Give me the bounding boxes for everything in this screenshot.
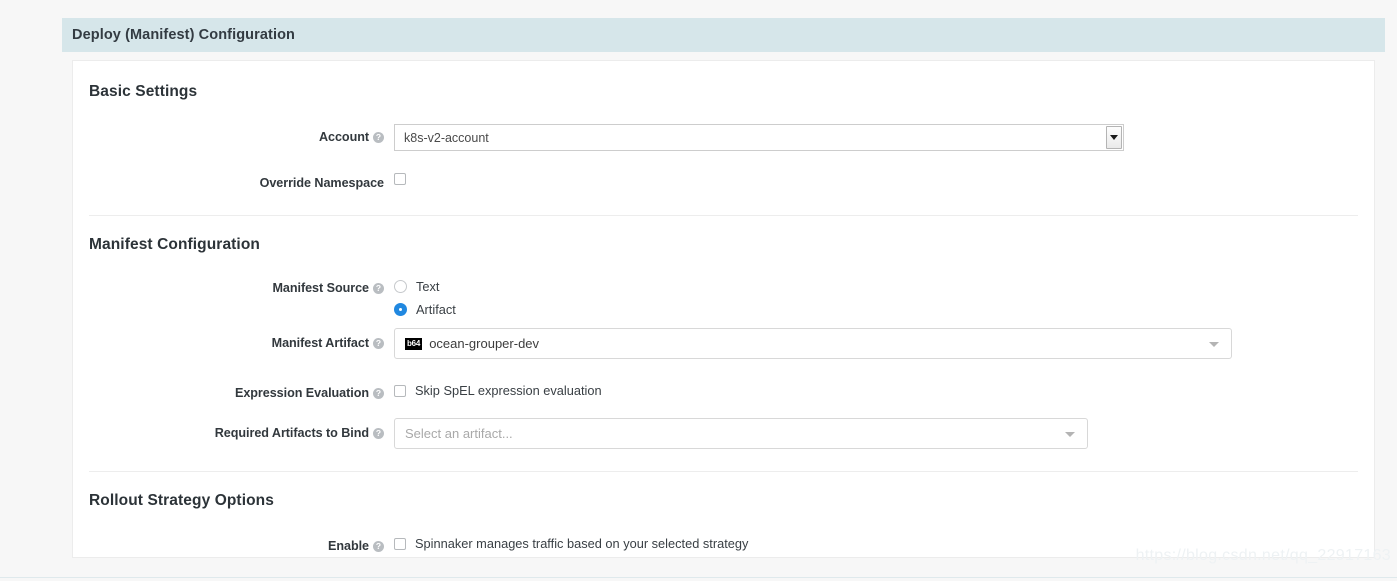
section-basic-settings: Basic Settings Account? k8s-v2-account O… [89,83,1358,193]
label-manifest-artifact: Manifest Artifact? [89,327,394,353]
manifest-artifact-select[interactable]: b64 ocean-grouper-dev [394,328,1232,359]
control-expression-evaluation: Skip SpEL expression evaluation [394,379,1358,398]
manifest-artifact-value: ocean-grouper-dev [429,336,540,351]
label-enable-text: Enable [328,539,369,553]
label-expression-evaluation-text: Expression Evaluation [234,386,369,400]
enable-checkbox-label: Spinnaker manages traffic based on your … [415,536,749,551]
section-title-rollout-strategy: Rollout Strategy Options [89,492,274,509]
section-rollout-strategy: Rollout Strategy Options Enable? Spinnak… [89,472,1358,556]
chevron-down-icon[interactable] [1209,341,1219,347]
help-icon-account[interactable]: ? [373,132,384,143]
enable-checkbox[interactable] [394,538,406,550]
skip-spel-checkbox-row[interactable]: Skip SpEL expression evaluation [394,380,1358,398]
label-enable: Enable? [89,532,394,556]
control-override-namespace [394,169,1358,185]
help-icon-enable[interactable]: ? [373,541,384,552]
skip-spel-checkbox[interactable] [394,385,406,397]
label-manifest-source-text: Manifest Source [272,281,369,295]
form-row-override-namespace: Override Namespace [89,169,1358,193]
radio-artifact-input[interactable] [394,303,407,316]
form-row-manifest-artifact: Manifest Artifact? b64 ocean-grouper-dev [89,327,1358,359]
chevron-down-icon [1110,135,1118,140]
label-manifest-source: Manifest Source? [89,276,394,298]
label-required-artifacts-text: Required Artifacts to Bind [214,426,369,440]
section-title-manifest-configuration: Manifest Configuration [89,236,260,253]
help-icon-required-artifacts[interactable]: ? [373,428,384,439]
control-manifest-source: Text Artifact [394,276,1358,317]
help-icon-expression-evaluation[interactable]: ? [373,388,384,399]
control-account: k8s-v2-account [394,123,1358,151]
chevron-down-icon[interactable] [1065,431,1075,437]
artifact-kind-badge: b64 [405,337,423,350]
configuration-card: Basic Settings Account? k8s-v2-account O… [72,60,1375,558]
page-root: Deploy (Manifest) Configuration Basic Se… [0,0,1397,581]
control-manifest-artifact: b64 ocean-grouper-dev [394,327,1358,359]
label-override-namespace: Override Namespace [89,169,394,193]
section-title-basic-settings: Basic Settings [89,83,198,100]
radio-option-text[interactable]: Text [394,279,1358,294]
control-required-artifacts: Select an artifact... [394,417,1358,449]
section-manifest-configuration: Manifest Configuration Manifest Source? … [89,216,1358,449]
help-icon-manifest-artifact[interactable]: ? [373,338,384,349]
label-account-text: Account [318,130,369,144]
radio-text-input[interactable] [394,280,407,293]
label-override-namespace-text: Override Namespace [259,176,384,190]
override-namespace-checkbox[interactable] [394,173,406,185]
label-account: Account? [89,123,394,147]
help-icon-manifest-source[interactable]: ? [373,283,384,294]
required-artifacts-select[interactable]: Select an artifact... [394,418,1088,449]
form-row-expression-evaluation: Expression Evaluation? Skip SpEL express… [89,379,1358,403]
account-select-value: k8s-v2-account [404,130,489,145]
radio-artifact-label: Artifact [416,302,456,317]
required-artifacts-placeholder: Select an artifact... [405,426,513,441]
account-select-button[interactable] [1106,126,1122,149]
radio-option-artifact[interactable]: Artifact [394,302,1358,317]
label-manifest-artifact-text: Manifest Artifact [271,336,369,350]
label-required-artifacts: Required Artifacts to Bind? [89,417,394,443]
label-expression-evaluation: Expression Evaluation? [89,379,394,403]
account-select[interactable]: k8s-v2-account [394,124,1124,151]
radio-text-label: Text [416,279,440,294]
panel-header: Deploy (Manifest) Configuration [62,18,1385,52]
form-row-required-artifacts: Required Artifacts to Bind? Select an ar… [89,417,1358,449]
watermark: https://blog.csdn.net/qq_22917163 [1135,547,1391,564]
bottom-rule [0,577,1397,578]
page-title: Deploy (Manifest) Configuration [72,27,296,43]
form-row-manifest-source: Manifest Source? Text Artifact [89,276,1358,317]
form-row-account: Account? k8s-v2-account [89,123,1358,151]
skip-spel-label: Skip SpEL expression evaluation [415,383,602,398]
